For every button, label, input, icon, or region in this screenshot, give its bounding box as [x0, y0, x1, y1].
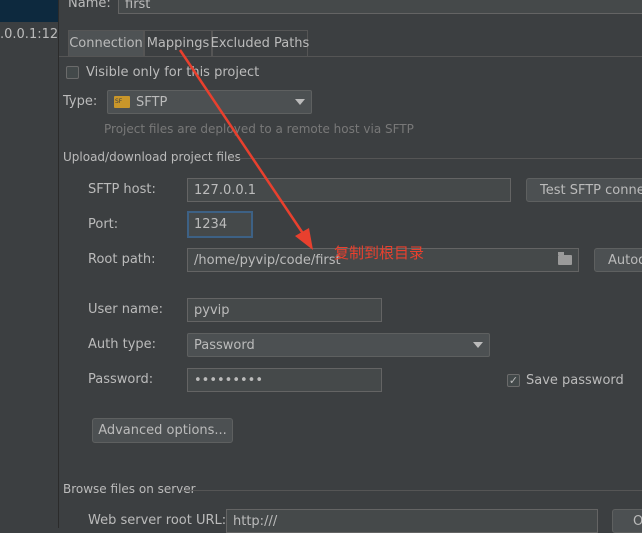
web-root-input[interactable]: http:/// — [226, 509, 598, 533]
user-name-label: User name: — [88, 302, 164, 317]
advanced-options-button[interactable]: Advanced options... — [92, 418, 233, 443]
open-button[interactable]: Open — [612, 509, 642, 533]
browse-section-divider — [182, 490, 642, 491]
web-root-label: Web server root URL: — [88, 513, 227, 528]
annotation-arrow — [178, 49, 313, 250]
password-input[interactable]: ••••••••• — [187, 368, 382, 392]
auth-type-label: Auth type: — [88, 337, 157, 352]
browse-section-title: Browse files on server — [63, 482, 196, 496]
auth-type-value: Password — [194, 337, 255, 353]
user-name-input[interactable]: pyvip — [187, 298, 382, 322]
chevron-down-icon — [473, 342, 483, 348]
check-icon: ✓ — [508, 374, 519, 387]
auth-type-combobox[interactable]: Password — [187, 333, 490, 357]
save-password-label: Save password — [526, 373, 624, 388]
save-password-checkbox[interactable]: ✓ — [507, 374, 520, 387]
password-label: Password: — [88, 372, 154, 387]
